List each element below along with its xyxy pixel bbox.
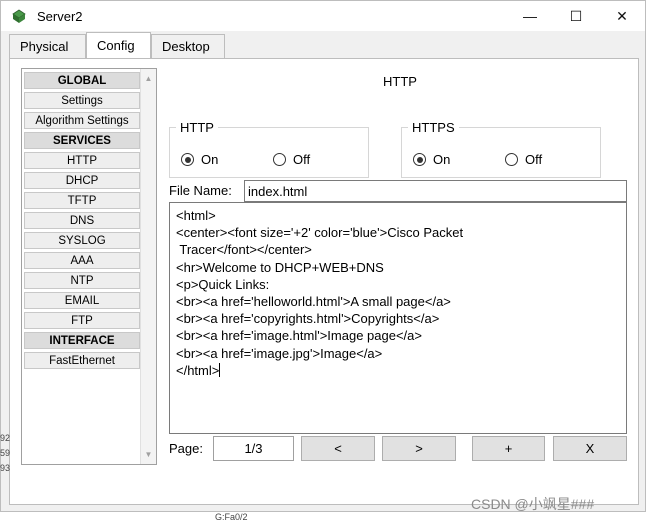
radio-selected-icon xyxy=(181,153,194,166)
sidebar-item-tftp[interactable]: TFTP xyxy=(24,192,140,209)
background-fragment: 92 xyxy=(0,433,11,443)
sidebar-header-global[interactable]: GLOBAL xyxy=(24,72,140,89)
sidebar-item-dns[interactable]: DNS xyxy=(24,212,140,229)
tab-physical[interactable]: Physical xyxy=(9,34,86,58)
radio-selected-icon xyxy=(413,153,426,166)
minimize-button[interactable]: — xyxy=(507,1,553,31)
file-name-label: File Name: xyxy=(169,183,232,198)
tab-desktop[interactable]: Desktop xyxy=(151,34,225,58)
sidebar-header-interface[interactable]: INTERFACE xyxy=(24,332,140,349)
https-on-radio[interactable]: On xyxy=(413,152,450,167)
code-line-last: </html> xyxy=(176,362,620,379)
window-title: Server2 xyxy=(37,9,83,24)
scroll-down-arrow-icon[interactable]: ▼ xyxy=(141,447,156,462)
sidebar-item-dhcp[interactable]: DHCP xyxy=(24,172,140,189)
code-line: <br><a href='image.jpg'>Image</a> xyxy=(176,345,383,361)
sidebar-item-email[interactable]: EMAIL xyxy=(24,292,140,309)
cisco-server-icon xyxy=(12,9,26,23)
remove-page-button[interactable]: X xyxy=(553,436,627,461)
code-line: <br><a href='helloworld.html'>A small pa… xyxy=(176,294,451,310)
file-name-input[interactable] xyxy=(244,180,627,202)
http-on-radio[interactable]: On xyxy=(181,152,218,167)
sidebar-item-algorithm-settings[interactable]: Algorithm Settings xyxy=(24,112,140,129)
https-on-label: On xyxy=(433,152,451,167)
maximize-button[interactable]: ☐ xyxy=(553,1,599,31)
http-off-radio[interactable]: Off xyxy=(273,152,310,167)
sidebar-header-services[interactable]: SERVICES xyxy=(24,132,140,149)
http-on-label: On xyxy=(201,152,219,167)
close-button[interactable]: ✕ xyxy=(599,1,645,31)
https-off-label: Off xyxy=(525,152,543,167)
panel-title: HTTP xyxy=(383,74,417,89)
sidebar-item-fastethernet[interactable]: FastEthernet xyxy=(24,352,140,369)
https-group-legend: HTTPS xyxy=(408,120,459,135)
code-line: <p>Quick Links: xyxy=(176,276,270,292)
code-line: <hr>Welcome to DHCP+WEB+DNS xyxy=(176,259,384,275)
code-line: <br><a href='image.html'>Image page</a> xyxy=(176,328,422,344)
code-line: Tracer</font></center> xyxy=(176,242,312,258)
html-editor-textarea[interactable]: <html> <center><font size='+2' color='bl… xyxy=(169,202,627,434)
code-line: <br><a href='copyrights.html'>Copyrights… xyxy=(176,311,440,327)
watermark: CSDN @小飒星### xyxy=(471,496,595,512)
page-label: Page: xyxy=(169,441,203,456)
sidebar-item-aaa[interactable]: AAA xyxy=(24,252,140,269)
radio-unselected-icon xyxy=(505,153,518,166)
code-line: <html> xyxy=(176,208,216,223)
scroll-up-arrow-icon[interactable]: ▲ xyxy=(141,71,156,86)
page-indicator: 1/3 xyxy=(213,436,294,461)
http-group-legend: HTTP xyxy=(176,120,218,135)
add-page-button[interactable]: + xyxy=(472,436,545,461)
next-page-button[interactable]: > xyxy=(382,436,456,461)
https-off-radio[interactable]: Off xyxy=(505,152,542,167)
background-fragment: 93 xyxy=(0,463,11,473)
http-group: HTTP On Off xyxy=(169,120,369,178)
tab-config[interactable]: Config xyxy=(86,32,151,59)
https-group: HTTPS On Off xyxy=(401,120,601,178)
sidebar-item-ntp[interactable]: NTP xyxy=(24,272,140,289)
background-fragment: 59 xyxy=(0,448,11,458)
title-bar[interactable]: Server2 — ☐ ✕ xyxy=(1,1,645,31)
config-sidebar: GLOBAL Settings Algorithm Settings SERVI… xyxy=(21,68,157,465)
code-line-text: </html> xyxy=(176,362,220,378)
sidebar-item-http[interactable]: HTTP xyxy=(24,152,140,169)
http-off-label: Off xyxy=(293,152,311,167)
code-line: <center><font size='+2' color='blue'>Cis… xyxy=(176,225,464,241)
text-cursor xyxy=(219,362,221,377)
radio-unselected-icon xyxy=(273,153,286,166)
sidebar-item-settings[interactable]: Settings xyxy=(24,92,140,109)
sidebar-item-syslog[interactable]: SYSLOG xyxy=(24,232,140,249)
sidebar-item-ftp[interactable]: FTP xyxy=(24,312,140,329)
sidebar-scrollbar[interactable]: ▲ ▼ xyxy=(140,69,156,464)
previous-page-button[interactable]: < xyxy=(301,436,375,461)
